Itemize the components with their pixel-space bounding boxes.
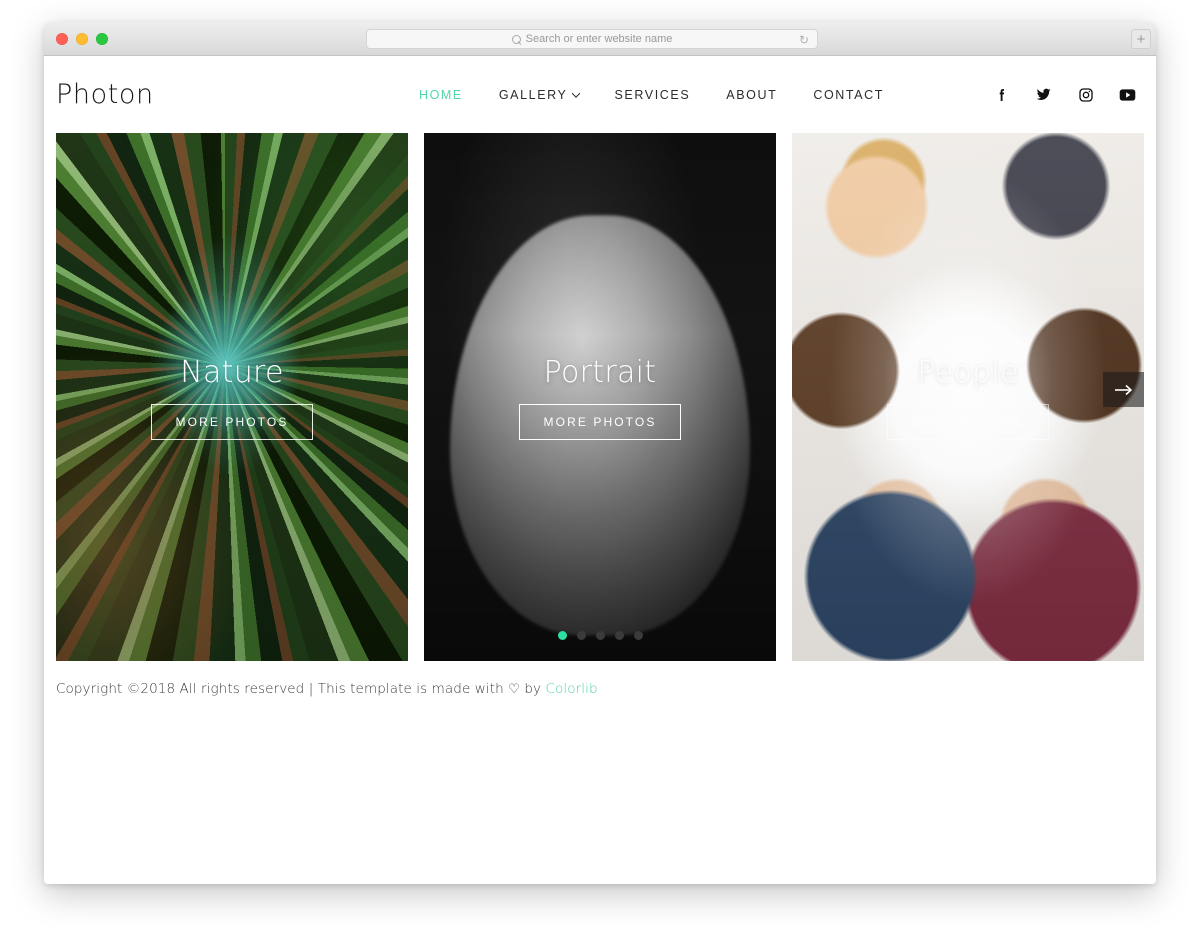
footer-brand-link[interactable]: Colorlib (546, 681, 598, 697)
slider-dot-2[interactable] (576, 631, 586, 640)
nav-item-contact-label: CONTACT (813, 87, 885, 102)
nav-item-about[interactable]: ABOUT (726, 88, 777, 102)
arrow-right-icon (1114, 384, 1132, 395)
instagram-icon[interactable] (1077, 86, 1094, 103)
slider-next-button[interactable] (1103, 372, 1144, 407)
nav-item-gallery-label: GALLERY (498, 87, 568, 102)
chevron-down-icon (571, 88, 580, 98)
slide-portrait[interactable]: Portrait MORE PHOTOS (424, 133, 776, 661)
twitter-icon[interactable] (1035, 86, 1052, 103)
nav-item-gallery[interactable]: GALLERY (498, 87, 580, 102)
slider-dot-1[interactable] (557, 631, 567, 640)
reload-icon[interactable]: ↻ (799, 34, 809, 46)
window-controls (56, 33, 108, 45)
slide-people-more-photos-button[interactable]: MORE PHOTOS (886, 403, 1050, 440)
browser-window: Search or enter website name ↻ + Photon … (44, 22, 1156, 884)
heart-icon: ♡ (508, 682, 520, 697)
new-tab-button[interactable]: + (1131, 29, 1151, 49)
minimize-window-button[interactable] (76, 33, 88, 45)
social-links (961, 86, 1136, 103)
slide-people[interactable]: People MORE PHOTOS (792, 133, 1144, 661)
slide-portrait-more-photos-button[interactable]: MORE PHOTOS (518, 403, 682, 440)
nav-item-services-label: SERVICES (614, 87, 691, 102)
slider-pagination (424, 631, 776, 640)
slide-nature[interactable]: Nature MORE PHOTOS (56, 133, 408, 661)
address-bar[interactable]: Search or enter website name ↻ (366, 29, 818, 49)
address-bar-placeholder: Search or enter website name (525, 33, 673, 45)
nav-item-about-label: ABOUT (726, 87, 778, 102)
photo-slider: Nature MORE PHOTOS Portrait MORE PHOTOS (44, 133, 1156, 661)
nav-item-home[interactable]: HOME (419, 88, 463, 102)
site-header: Photon HOME GALLERY SERVICES ABOUT CONTA… (44, 56, 1156, 133)
new-tab-label: + (1136, 30, 1146, 48)
footer-text-middle: by (519, 681, 546, 697)
screenshot-stage: Search or enter website name ↻ + Photon … (0, 0, 1200, 946)
slide-nature-title: Nature (180, 354, 284, 390)
slide-people-title: People (917, 354, 1019, 390)
slider-dot-3[interactable] (595, 631, 605, 640)
search-icon (511, 34, 521, 44)
slider-dot-5[interactable] (633, 631, 643, 640)
slide-nature-more-photos-button[interactable]: MORE PHOTOS (150, 403, 314, 440)
slider-dot-4[interactable] (614, 631, 624, 640)
nav-item-home-label: HOME (418, 87, 463, 102)
footer-text-before: Copyright ©2018 All rights reserved | Th… (56, 681, 509, 697)
main-navigation: HOME GALLERY SERVICES ABOUT CONTACT (342, 88, 961, 102)
slide-people-overlay: People MORE PHOTOS (792, 133, 1144, 661)
youtube-icon[interactable] (1119, 86, 1136, 103)
slide-portrait-title: Portrait (543, 354, 657, 390)
site-logo[interactable]: Photon (56, 79, 376, 110)
nav-item-contact[interactable]: CONTACT (813, 88, 884, 102)
slide-nature-overlay: Nature MORE PHOTOS (56, 133, 408, 661)
nav-item-services[interactable]: SERVICES (615, 88, 691, 102)
facebook-icon[interactable] (993, 86, 1010, 103)
zoom-window-button[interactable] (96, 33, 108, 45)
close-window-button[interactable] (56, 33, 68, 45)
footer-copyright: Copyright ©2018 All rights reserved | Th… (44, 661, 1156, 697)
browser-chrome: Search or enter website name ↻ + (44, 22, 1156, 56)
slide-portrait-overlay: Portrait MORE PHOTOS (424, 133, 776, 661)
web-page: Photon HOME GALLERY SERVICES ABOUT CONTA… (44, 56, 1156, 884)
